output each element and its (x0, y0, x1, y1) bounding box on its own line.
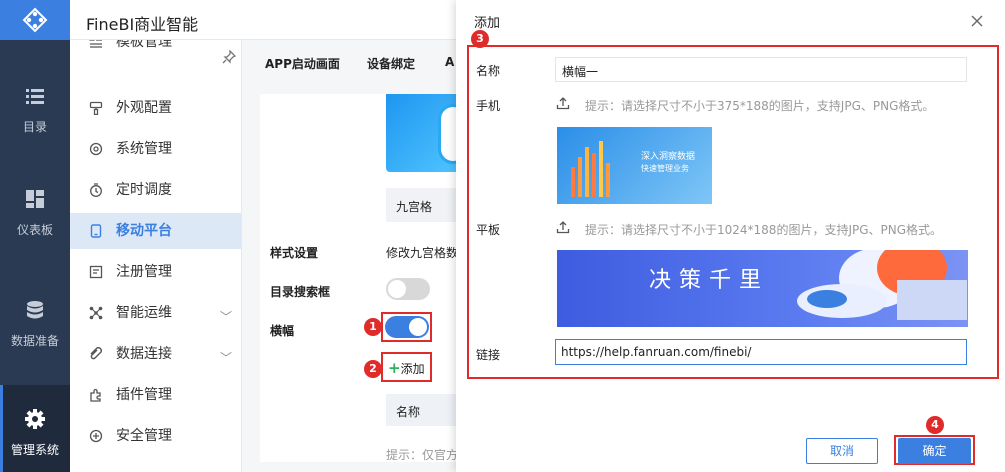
grid-option[interactable]: 九宫格 (386, 188, 456, 222)
register-icon (89, 265, 103, 279)
submenu-item-ops[interactable]: 智能运维 ﹀ (70, 295, 241, 331)
nav-item-data-prep[interactable]: 数据准备 (0, 268, 70, 372)
add-banner-button[interactable]: +添加 (388, 359, 425, 377)
chevron-down-icon[interactable]: ﹀ (220, 299, 232, 335)
banner-label: 横幅 (270, 324, 295, 338)
shield-icon (89, 429, 103, 443)
close-icon[interactable] (971, 15, 983, 27)
submenu-item-plugin[interactable]: 插件管理 (70, 377, 241, 413)
brush-icon (89, 101, 103, 115)
admin-submenu: 模板管理 外观配置 系统管理 定时调度 移动平台 注册管理 智能运维 ﹀ 数据连… (70, 40, 242, 472)
search-box-label: 目录搜索框 (270, 285, 331, 299)
submenu-item-template[interactable]: 模板管理 (70, 40, 241, 60)
plus-icon: + (388, 359, 401, 377)
main-nav: 目录 仪表板 数据准备 管理系统 (0, 0, 70, 472)
link-input[interactable]: https://help.fanruan.com/finebi/ (555, 339, 967, 365)
style-setting-label: 样式设置 (270, 246, 319, 260)
settings-card: 九宫格 样式设置 修改九宫格数 目录搜索框 横幅 1 +添加 2 名称 提示：仅… (260, 94, 468, 462)
tablet-banner-image: 决策千里 (557, 250, 968, 327)
banner-toggle[interactable] (385, 316, 429, 338)
ops-icon (89, 306, 103, 320)
link-label: 链接 (476, 348, 501, 362)
phone-banner-image: 深入洞察数据 快速管理业务 (557, 127, 712, 204)
nav-item-catalog[interactable]: 目录 (0, 54, 70, 158)
cancel-button[interactable]: 取消 (806, 438, 878, 464)
name-label: 名称 (476, 64, 501, 78)
template-icon (89, 40, 102, 48)
name-column-header: 名称 (386, 394, 456, 426)
dashboard-icon (26, 190, 44, 208)
search-box-toggle[interactable] (386, 278, 430, 300)
app-title: FineBI商业智能 (70, 0, 456, 40)
confirm-button[interactable]: 确定 (898, 438, 971, 464)
name-input[interactable]: 横幅一 (555, 57, 967, 82)
phone-hint: 提示：请选择尺寸不小于375*188的图片，支持JPG、PNG格式。 (585, 99, 935, 113)
nav-label: 数据准备 (10, 334, 59, 348)
submenu-item-security[interactable]: 安全管理 (70, 418, 241, 454)
grid-preview-image (386, 94, 468, 172)
submenu-item-schedule[interactable]: 定时调度 (70, 172, 241, 208)
step-badge-2: 2 (364, 360, 382, 378)
gear-icon (25, 409, 45, 429)
timer-icon (90, 183, 102, 197)
style-setting-value[interactable]: 修改九宫格数 (386, 244, 456, 261)
dialog-title: 添加 (474, 16, 501, 31)
tab-device-binding[interactable]: 设备绑定 (367, 55, 415, 72)
upload-icon[interactable] (556, 220, 570, 234)
tab-app-startup[interactable]: APP启动画面 (265, 55, 340, 72)
logo-icon (22, 7, 48, 33)
nav-label: 仪表板 (16, 223, 53, 237)
upload-icon[interactable] (556, 96, 570, 110)
submenu-item-register[interactable]: 注册管理 (70, 254, 241, 290)
plugin-icon (90, 388, 101, 402)
gear-icon (89, 142, 103, 156)
settings-tabs: APP启动画面 设备绑定 A (252, 48, 456, 78)
phone-label: 手机 (476, 99, 501, 113)
submenu-item-system[interactable]: 系统管理 (70, 131, 241, 167)
submenu-item-appearance[interactable]: 外观配置 (70, 90, 241, 126)
tablet-hint: 提示：请选择尺寸不小于1024*188的图片，支持JPG、PNG格式。 (585, 223, 943, 237)
database-icon (27, 301, 43, 319)
nav-label: 目录 (22, 120, 47, 134)
highlight-box-form (467, 45, 999, 379)
chevron-down-icon[interactable]: ﹀ (220, 340, 232, 376)
link-icon (90, 347, 102, 360)
add-banner-dialog: 添加 3 名称 横幅一 手机 提示：请选择尺寸不小于375*188的图片，支持J… (456, 0, 1005, 472)
pin-icon[interactable] (222, 49, 237, 68)
submenu-item-mobile[interactable]: 移动平台 (70, 213, 241, 249)
step-badge-4: 4 (926, 416, 944, 434)
tablet-label: 平板 (476, 223, 501, 237)
mobile-icon (90, 224, 102, 238)
nav-item-dashboard[interactable]: 仪表板 (0, 157, 70, 261)
list-icon (26, 89, 44, 104)
tab-more[interactable]: A (445, 55, 454, 69)
nav-item-admin[interactable]: 管理系统 (0, 385, 70, 472)
step-badge-1: 1 (364, 318, 382, 336)
nav-label: 管理系统 (10, 443, 59, 457)
app-logo[interactable] (0, 0, 70, 40)
submenu-item-data-connection[interactable]: 数据连接 ﹀ (70, 336, 241, 372)
hint-text: 提示：仅官方 (386, 448, 456, 462)
